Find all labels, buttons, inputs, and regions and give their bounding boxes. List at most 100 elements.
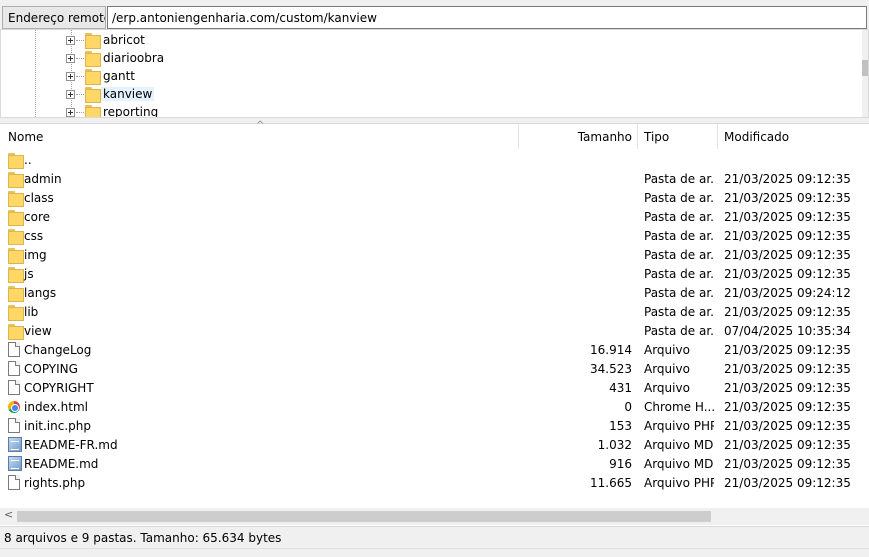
file-modified: 21/03/2025 09:12:35 xyxy=(724,248,851,262)
file-modified: 21/03/2025 09:12:35 xyxy=(724,305,851,319)
chrome-icon xyxy=(8,399,20,416)
file-row[interactable]: css Pasta de ar... 21/03/2025 09:12:35 xyxy=(0,226,869,245)
markdown-icon xyxy=(8,456,22,474)
file-row[interactable]: ChangeLog 16.914 Arquivo 21/03/2025 09:12:3… xyxy=(0,340,869,359)
column-header-size[interactable]: Tamanho xyxy=(578,130,632,144)
column-header-name[interactable]: Nome xyxy=(8,130,43,144)
file-name: .. xyxy=(24,153,32,167)
file-row[interactable]: view Pasta de ar... 07/04/2025 10:35:34 xyxy=(0,321,869,340)
file-row[interactable]: .. xyxy=(0,150,869,169)
file-modified: 21/03/2025 09:24:12 xyxy=(724,286,851,300)
horizontal-scrollbar[interactable]: < xyxy=(0,508,869,525)
markdown-icon xyxy=(8,437,22,455)
status-text: 8 arquivos e 9 pastas. Tamanho: 65.634 b… xyxy=(4,531,282,545)
tree-item[interactable]: kanview xyxy=(1,85,841,103)
remote-file-list[interactable]: ^ Nome Tamanho Tipo Modificado .. admin Pa… xyxy=(0,120,869,526)
file-modified: 21/03/2025 09:12:35 xyxy=(724,457,851,471)
bottom-panel-edge xyxy=(0,548,869,557)
file-row[interactable]: img Pasta de ar... 21/03/2025 09:12:35 xyxy=(0,245,869,264)
tree-item-label: diarioobra xyxy=(103,51,165,65)
remote-directory-tree[interactable]: abricot diarioobra gantt kanview reporting xyxy=(0,29,869,118)
column-divider[interactable] xyxy=(637,124,638,149)
file-name: img xyxy=(24,248,47,262)
file-size: 916 xyxy=(609,457,632,471)
tree-guide-line xyxy=(76,58,84,59)
tree-item[interactable]: diarioobra xyxy=(1,49,841,67)
horizontal-scrollbar-thumb[interactable] xyxy=(17,511,711,522)
expand-icon[interactable] xyxy=(66,36,75,45)
file-row[interactable]: lib Pasta de ar... 21/03/2025 09:12:35 xyxy=(0,302,869,321)
file-row[interactable]: COPYING 34.523 Arquivo 21/03/2025 09:12:35 xyxy=(0,359,869,378)
file-type: Pasta de ar... xyxy=(644,286,714,300)
file-row[interactable]: js Pasta de ar... 21/03/2025 09:12:35 xyxy=(0,264,869,283)
file-row[interactable]: README-FR.md 1.032 Arquivo MD 21/03/2025 09… xyxy=(0,435,869,454)
file-name: README.md xyxy=(24,457,99,471)
expand-icon[interactable] xyxy=(66,90,75,99)
expand-icon[interactable] xyxy=(66,108,75,117)
file-icon xyxy=(8,342,20,360)
file-row[interactable]: README.md 916 Arquivo MD 21/03/2025 09:12:3… xyxy=(0,454,869,473)
file-name: langs xyxy=(24,286,57,300)
file-size: 11.665 xyxy=(590,476,632,490)
file-modified: 21/03/2025 09:12:35 xyxy=(724,476,851,490)
tree-item-label: kanview xyxy=(101,87,155,101)
column-divider[interactable] xyxy=(518,124,519,149)
tree-scrollbar-thumb[interactable] xyxy=(862,60,868,76)
file-type: Pasta de ar... xyxy=(644,229,714,243)
expand-icon[interactable] xyxy=(66,72,75,81)
file-type: Pasta de ar... xyxy=(644,248,714,262)
file-size: 16.914 xyxy=(590,343,632,357)
file-size: 431 xyxy=(609,381,632,395)
file-name: class xyxy=(24,191,54,205)
tree-guide-line xyxy=(76,40,84,41)
file-name: init.inc.php xyxy=(24,419,91,433)
folder-icon xyxy=(85,104,101,117)
file-modified: 21/03/2025 09:12:35 xyxy=(724,210,851,224)
file-modified: 21/03/2025 09:12:35 xyxy=(724,362,851,376)
file-modified: 21/03/2025 09:12:35 xyxy=(724,172,851,186)
tree-item[interactable]: abricot xyxy=(1,31,841,49)
expand-icon[interactable] xyxy=(66,54,75,63)
file-size: 34.523 xyxy=(590,362,632,376)
tree-item[interactable]: gantt xyxy=(1,67,841,85)
column-divider[interactable] xyxy=(717,124,718,149)
file-row[interactable]: COPYRIGHT 431 Arquivo 21/03/2025 09:12:35 xyxy=(0,378,869,397)
file-row[interactable]: class Pasta de ar... 21/03/2025 09:12:35 xyxy=(0,188,869,207)
file-name: css xyxy=(24,229,44,243)
file-name: ChangeLog xyxy=(24,343,92,357)
file-type: Arquivo PHP xyxy=(644,476,714,490)
tree-guide-line xyxy=(76,76,84,77)
file-type: Pasta de ar... xyxy=(644,324,714,338)
remote-address-input[interactable]: /erp.antoniengenharia.com/custom/kanview xyxy=(107,6,867,29)
column-header-modified[interactable]: Modificado xyxy=(724,130,789,144)
file-icon xyxy=(8,380,20,398)
file-name: COPYING xyxy=(24,362,78,376)
file-row[interactable]: index.html 0 Chrome H... 21/03/2025 09:12:3… xyxy=(0,397,869,416)
column-header-type[interactable]: Tipo xyxy=(644,130,669,144)
tree-item-label: reporting xyxy=(103,105,159,118)
file-type: Arquivo PHP xyxy=(644,419,714,433)
tree-item[interactable]: reporting xyxy=(1,103,841,118)
file-name: index.html xyxy=(24,400,88,414)
tree-scrollbar[interactable] xyxy=(862,30,868,117)
file-type: Pasta de ar... xyxy=(644,191,714,205)
scroll-left-arrow-icon[interactable]: < xyxy=(4,508,13,521)
file-name: core xyxy=(24,210,50,224)
tree-guide-line xyxy=(76,94,84,95)
file-name: README-FR.md xyxy=(24,438,118,452)
file-name: js xyxy=(24,267,34,281)
tree-item-label: abricot xyxy=(103,33,145,47)
file-type: Arquivo MD xyxy=(644,457,714,471)
file-modified: 21/03/2025 09:12:35 xyxy=(724,400,851,414)
file-type: Pasta de ar... xyxy=(644,305,714,319)
file-row[interactable]: init.inc.php 153 Arquivo PHP 21/03/2025 09:… xyxy=(0,416,869,435)
file-row[interactable]: langs Pasta de ar... 21/03/2025 09:24:12 xyxy=(0,283,869,302)
file-row[interactable]: admin Pasta de ar... 21/03/2025 09:12:35 xyxy=(0,169,869,188)
file-row[interactable]: rights.php 11.665 Arquivo PHP 21/03/2025 09… xyxy=(0,473,869,492)
file-type: Pasta de ar... xyxy=(644,267,714,281)
file-modified: 21/03/2025 09:12:35 xyxy=(724,419,851,433)
file-modified: 21/03/2025 09:12:35 xyxy=(724,438,851,452)
file-row[interactable]: core Pasta de ar... 21/03/2025 09:12:35 xyxy=(0,207,869,226)
file-modified: 21/03/2025 09:12:35 xyxy=(724,191,851,205)
file-icon xyxy=(8,361,20,379)
